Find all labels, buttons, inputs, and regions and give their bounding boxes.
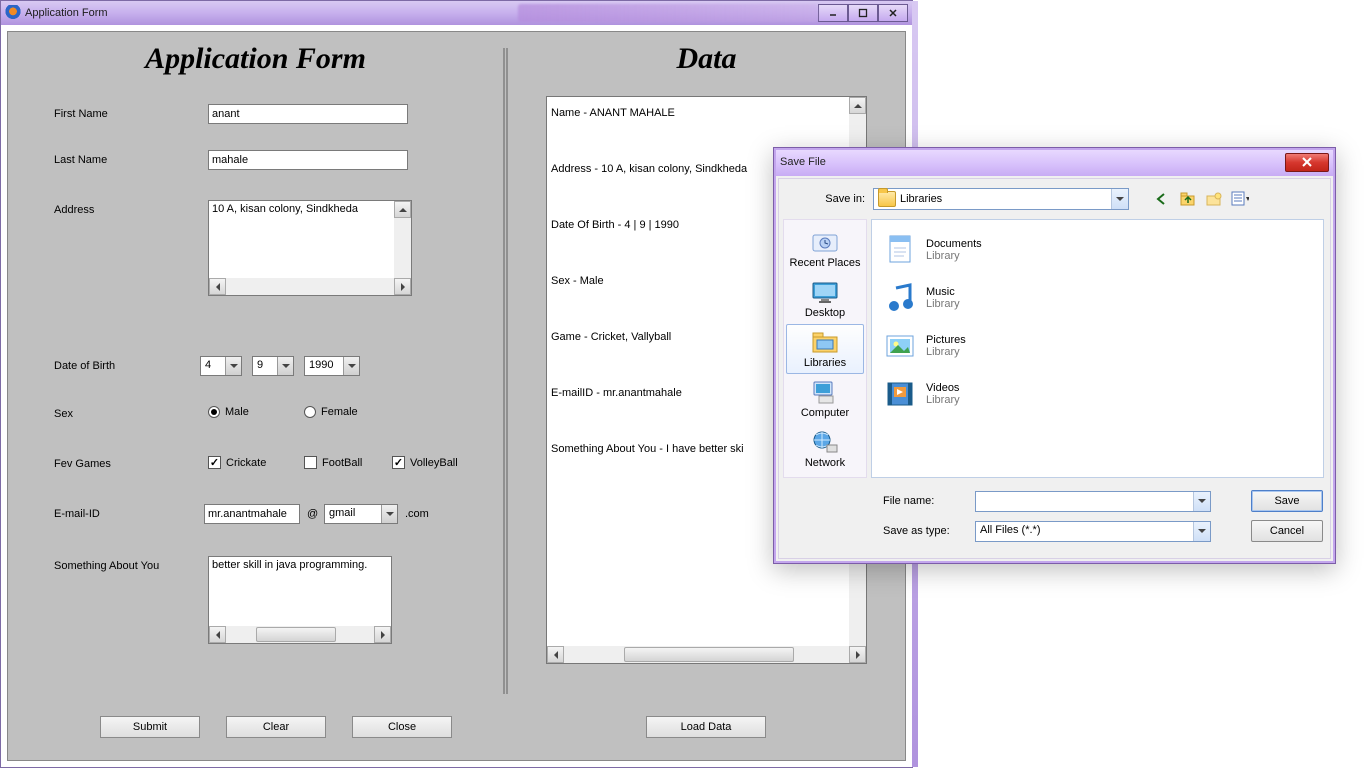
item-videos[interactable]: VideosLibrary — [876, 372, 1086, 416]
dialog-titlebar: Save File — [774, 148, 1335, 176]
file-list[interactable]: DocumentsLibrary MusicLibrary PicturesLi… — [871, 219, 1324, 478]
dob-day-select[interactable]: 4 — [200, 356, 242, 376]
save-type-label: Save as type: — [779, 525, 975, 537]
item-pictures[interactable]: PicturesLibrary — [876, 324, 1086, 368]
close-window-button[interactable] — [878, 4, 908, 22]
data-heading: Data — [508, 42, 905, 76]
titlebar-blur — [518, 4, 818, 22]
label-first-name: First Name — [54, 108, 108, 120]
submit-button[interactable]: Submit — [100, 716, 200, 738]
address-wrap: 10 A, kisan colony, Sindkheda — [208, 200, 412, 296]
email-user-input[interactable] — [204, 504, 300, 524]
save-in-select[interactable]: Libraries — [873, 188, 1129, 210]
item-documents[interactable]: DocumentsLibrary — [876, 228, 1086, 272]
radio-female[interactable]: Female — [304, 406, 358, 418]
dob-month-select[interactable]: 9 — [252, 356, 294, 376]
java-icon — [5, 5, 21, 21]
dialog-bottom: File name: Save Save as type: All Files … — [779, 486, 1330, 552]
save-type-select[interactable]: All Files (*.*) — [975, 521, 1211, 542]
address-textarea[interactable]: 10 A, kisan colony, Sindkheda — [209, 201, 394, 278]
address-vscroll[interactable] — [394, 201, 411, 278]
label-address: Address — [54, 204, 94, 216]
about-textarea[interactable]: better skill in java programming. — [209, 557, 391, 626]
titlebar: Application Form — [1, 1, 912, 25]
label-email: E-mail-ID — [54, 508, 100, 520]
save-in-label: Save in: — [779, 193, 873, 205]
save-dialog: Save File Save in: Libraries Recent Plac… — [773, 147, 1336, 564]
dob-year-select[interactable]: 1990 — [304, 356, 360, 376]
new-folder-icon[interactable] — [1205, 190, 1223, 208]
place-network[interactable]: Network — [786, 424, 864, 474]
dialog-body: Save in: Libraries Recent Places Desktop — [778, 178, 1331, 559]
about-hscroll[interactable] — [209, 626, 391, 643]
first-name-input[interactable] — [208, 104, 408, 124]
back-icon[interactable] — [1153, 190, 1171, 208]
maximize-button[interactable] — [848, 4, 878, 22]
address-hscroll[interactable] — [209, 278, 411, 295]
place-libraries[interactable]: Libraries — [786, 324, 864, 374]
dialog-toolbar: Save in: Libraries — [779, 185, 1330, 213]
data-hscroll[interactable] — [547, 646, 866, 663]
dialog-close-button[interactable] — [1285, 153, 1329, 172]
label-about: Something About You — [54, 560, 159, 572]
file-name-label: File name: — [779, 495, 975, 507]
load-data-button[interactable]: Load Data — [646, 716, 766, 738]
place-recent[interactable]: Recent Places — [786, 224, 864, 274]
email-domain-select[interactable]: gmail — [324, 504, 398, 524]
dialog-title: Save File — [780, 156, 1285, 168]
close-button[interactable]: Close — [352, 716, 452, 738]
save-button[interactable]: Save — [1251, 490, 1323, 512]
minimize-button[interactable] — [818, 4, 848, 22]
check-volleyball[interactable]: VolleyBall — [392, 456, 458, 469]
form-heading: Application Form — [8, 42, 503, 76]
cancel-button[interactable]: Cancel — [1251, 520, 1323, 542]
label-games: Fev Games — [54, 458, 111, 470]
about-wrap: better skill in java programming. — [208, 556, 392, 644]
places-bar: Recent Places Desktop Libraries Computer… — [783, 219, 867, 478]
label-sex: Sex — [54, 408, 73, 420]
check-cricket[interactable]: Crickate — [208, 456, 266, 469]
clear-button[interactable]: Clear — [226, 716, 326, 738]
check-football[interactable]: FootBall — [304, 456, 362, 469]
folder-icon — [878, 191, 896, 207]
item-music[interactable]: MusicLibrary — [876, 276, 1086, 320]
label-dob: Date of Birth — [54, 360, 115, 372]
window-title: Application Form — [25, 7, 468, 19]
label-last-name: Last Name — [54, 154, 107, 166]
radio-male[interactable]: Male — [208, 406, 249, 418]
place-desktop[interactable]: Desktop — [786, 274, 864, 324]
view-menu-icon[interactable] — [1231, 190, 1249, 208]
form-panel: Application Form First Name Last Name Ad… — [8, 32, 503, 694]
client-area: Application Form First Name Last Name Ad… — [7, 31, 906, 761]
label-dotcom: .com — [405, 508, 429, 520]
up-folder-icon[interactable] — [1179, 190, 1197, 208]
last-name-input[interactable] — [208, 150, 408, 170]
file-name-input[interactable] — [975, 491, 1211, 512]
place-computer[interactable]: Computer — [786, 374, 864, 424]
label-at: @ — [307, 508, 318, 520]
